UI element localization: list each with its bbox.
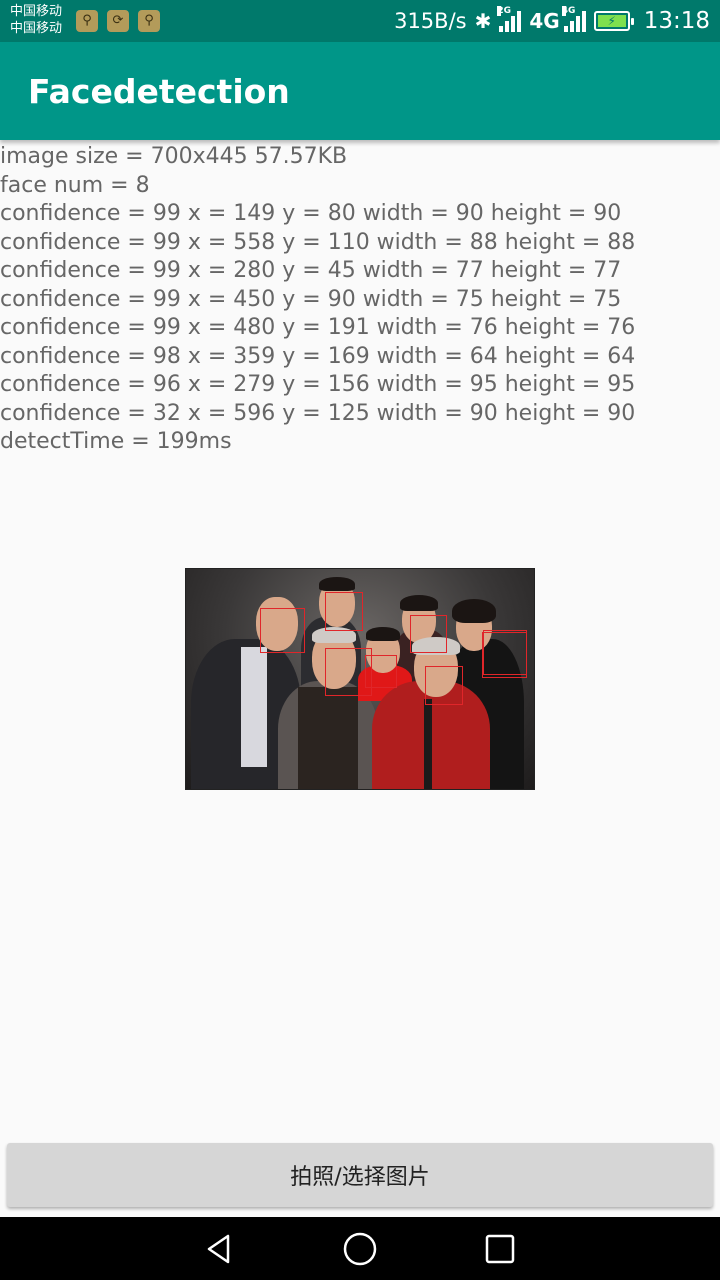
shirt — [241, 647, 267, 767]
face-result-line: confidence = 99 x = 149 y = 80 width = 9… — [0, 201, 622, 226]
clock: 13:18 — [643, 8, 710, 34]
face-box — [425, 666, 463, 705]
vest — [298, 687, 358, 789]
sync-icon: ⟳ — [107, 10, 129, 32]
person-hair — [319, 577, 355, 591]
detection-results: image size = 700x445 57.57KB face num = … — [0, 143, 720, 457]
back-icon[interactable] — [200, 1229, 240, 1269]
detect-time-text: detectTime = 199ms — [0, 429, 232, 454]
app-title: Facedetection — [28, 72, 290, 111]
navigation-bar — [0, 1217, 720, 1280]
recents-icon[interactable] — [480, 1229, 520, 1269]
usb-icon: ⚲ — [138, 10, 160, 32]
face-result-line: confidence = 99 x = 480 y = 191 width = … — [0, 315, 636, 340]
face-result-line: confidence = 99 x = 280 y = 45 width = 7… — [0, 258, 622, 283]
face-box — [260, 608, 305, 653]
face-result-line: confidence = 96 x = 279 y = 156 width = … — [0, 372, 636, 397]
person-hair — [400, 595, 438, 611]
face-result-line: confidence = 99 x = 558 y = 110 width = … — [0, 229, 636, 255]
bluetooth-icon: ✱ — [474, 9, 492, 33]
face-result-line: confidence = 98 x = 359 y = 169 width = … — [0, 343, 636, 369]
network-4g-label: 4G — [529, 9, 560, 33]
net-speed: 315B/s — [394, 9, 467, 33]
face-box — [325, 648, 372, 696]
signal-icon: 4G — [561, 6, 586, 32]
network-2g-label: 2G — [497, 6, 512, 16]
jacket-buttons — [424, 699, 432, 789]
face-num-text: face num = 8 — [0, 172, 150, 198]
family-photo — [185, 568, 535, 790]
status-bar: 中国移动 中国移动 ⚲ ⟳ ⚲ 315B/s ✱ 2G 4G 4G ⚡ 13:1… — [0, 0, 720, 42]
face-result-line: confidence = 99 x = 450 y = 90 width = 7… — [0, 286, 622, 312]
signal-icon: 2G — [497, 6, 522, 32]
carrier-labels: 中国移动 中国移动 — [10, 3, 62, 37]
carrier-1: 中国移动 — [10, 4, 63, 19]
usb-icon: ⚲ — [76, 10, 98, 32]
home-icon[interactable] — [340, 1229, 380, 1269]
face-box — [325, 592, 363, 631]
battery-charging-icon: ⚡ — [593, 11, 634, 31]
app-bar: Facedetection — [0, 42, 720, 140]
person-hair — [452, 599, 496, 623]
image-size-text: image size = 700x445 57.57KB — [0, 144, 348, 169]
person-hair — [366, 627, 400, 641]
carrier-2: 中国移动 — [10, 21, 63, 36]
network-4g-small-label: 4G — [561, 6, 576, 16]
face-box — [410, 615, 447, 653]
status-right: 315B/s ✱ 2G 4G 4G ⚡ 13:18 — [394, 6, 710, 36]
take-photo-select-image-button[interactable]: 拍照/选择图片 — [7, 1143, 713, 1207]
face-box — [482, 632, 527, 678]
face-result-line: confidence = 32 x = 596 y = 125 width = … — [0, 400, 636, 426]
